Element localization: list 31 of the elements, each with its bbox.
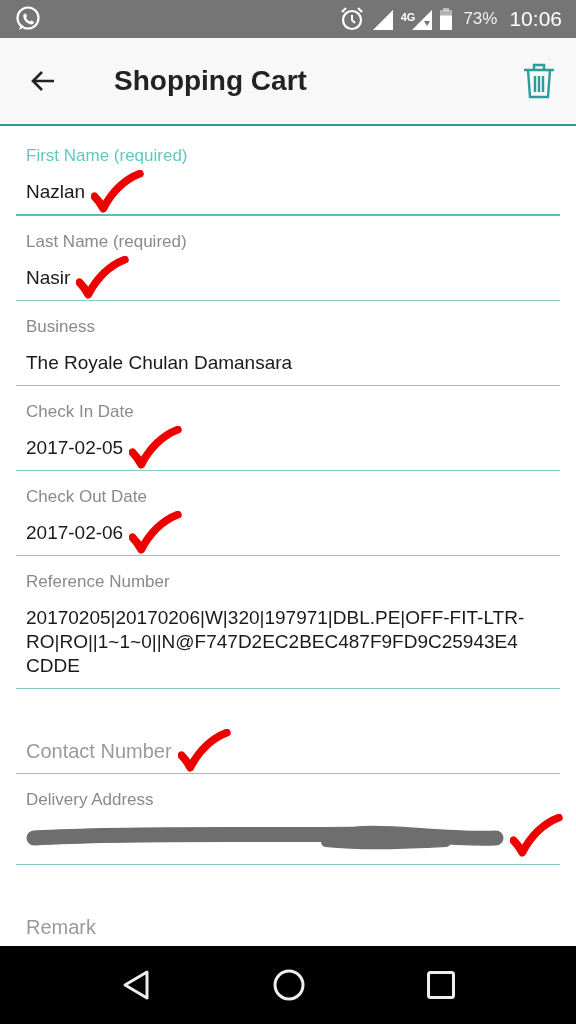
input-field[interactable]: 20170205|20170206|W|320|197971|DBL.PE|OFF-FIT-LTR-RO|RO||1~1~0||N@F747D2EC2BEC487F9FD9C25943E4CDDE bbox=[16, 594, 560, 689]
field-label: Check Out Date bbox=[25, 487, 148, 508]
field-value: 2017-02-06 bbox=[26, 521, 124, 545]
circle-icon bbox=[273, 969, 305, 1001]
trash-icon bbox=[522, 63, 556, 99]
chat-app-icon bbox=[14, 5, 42, 33]
input-field[interactable]: Nazlan bbox=[16, 168, 560, 216]
field-value: Nazlan bbox=[26, 180, 86, 204]
triangle-icon bbox=[121, 969, 151, 1001]
field-label: Check In Date bbox=[25, 402, 135, 423]
field-label: Reference Number bbox=[25, 572, 171, 593]
input-field[interactable]: 2017-02-05 bbox=[16, 424, 560, 471]
battery-icon bbox=[439, 7, 454, 31]
field-value: Nasir bbox=[26, 266, 71, 290]
field-value: 2017-02-05 bbox=[26, 436, 124, 460]
field-label: First Name (required) bbox=[25, 146, 189, 167]
field-placeholder: Remark bbox=[26, 915, 96, 939]
screen-title: Shopping Cart bbox=[114, 65, 308, 97]
field-placeholder: Contact Number bbox=[26, 739, 172, 763]
square-icon bbox=[427, 971, 455, 999]
field-value: 20170205|20170206|W|320|197971|DBL.PE|OFF-FIT-LTR-RO|RO||1~1~0||N@F747D2EC2BEC487F9FD9C25943E4CDDE bbox=[26, 606, 526, 678]
input-field[interactable]: Nasir bbox=[16, 254, 560, 301]
input-field[interactable]: 2017-02-06 bbox=[16, 509, 560, 556]
field-label: Last Name (required) bbox=[25, 232, 188, 253]
clock-time: 10:06 bbox=[509, 7, 562, 31]
field-label: Delivery Address bbox=[25, 790, 155, 811]
battery-percent: 73% bbox=[463, 9, 498, 29]
field-label: Business bbox=[25, 317, 96, 338]
field-value: The Royale Chulan Damansara bbox=[26, 351, 293, 375]
network-label: 4G bbox=[400, 11, 416, 23]
input-field[interactable]: The Royale Chulan Damansara bbox=[16, 339, 560, 386]
